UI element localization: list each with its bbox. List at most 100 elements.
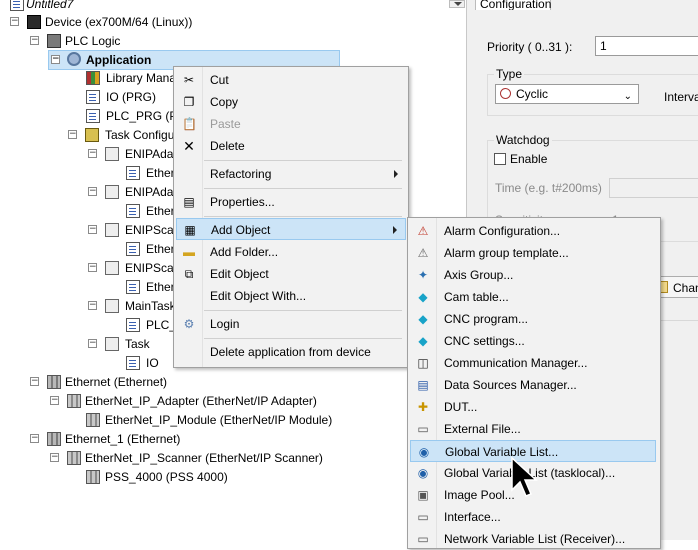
menu-item-copy[interactable]: ❐ Copy: [176, 91, 406, 113]
paste-icon: 📋: [182, 117, 197, 131]
external-file-icon: ▭: [417, 422, 429, 436]
priority-label: Priority ( 0..31 ):: [487, 40, 573, 54]
task-icon: [105, 223, 119, 237]
submenu-item-cnc-settings[interactable]: ◆ CNC settings...: [410, 330, 656, 352]
program-call-icon: [126, 280, 140, 294]
menu-separator: [204, 338, 402, 339]
menu-item-delete[interactable]: ✕ Delete: [176, 135, 406, 157]
submenu-item-network-variable-list[interactable]: ▭ Network Variable List (Receiver)...: [410, 528, 656, 550]
enable-label: Enable: [510, 152, 548, 166]
global-variable-list-icon: ◉: [418, 445, 430, 459]
submenu-item-alarm-config[interactable]: ⚠ Alarm Configuration...: [410, 220, 656, 242]
device-module-icon: [67, 451, 81, 465]
collapse-icon[interactable]: −: [30, 377, 39, 386]
priority-input[interactable]: 1: [595, 36, 698, 56]
collapse-icon[interactable]: −: [50, 453, 59, 462]
menu-separator: [204, 216, 402, 217]
cnc-program-icon: ◆: [418, 312, 428, 326]
menu-item-add-folder[interactable]: ▬ Add Folder...: [176, 241, 406, 263]
time-label: Time (e.g. t#200ms): [495, 181, 602, 195]
submenu-item-alarm-group[interactable]: ⚠ Alarm group template...: [410, 242, 656, 264]
image-pool-icon: ▣: [417, 488, 429, 502]
enable-checkbox[interactable]: [494, 153, 506, 165]
program-call-icon: [126, 204, 140, 218]
program-icon: [86, 90, 100, 104]
submenu-item-cam-table[interactable]: ◆ Cam table...: [410, 286, 656, 308]
collapse-icon[interactable]: −: [88, 263, 97, 272]
menu-item-delete-application[interactable]: Delete application from device: [176, 341, 406, 363]
time-input[interactable]: [609, 178, 698, 198]
submenu-item-data-sources[interactable]: ▤ Data Sources Manager...: [410, 374, 656, 396]
task-configuration-icon: [85, 128, 99, 142]
delete-x-icon: ✕: [183, 138, 195, 154]
device-module-icon: [86, 413, 100, 427]
collapse-icon[interactable]: −: [68, 130, 77, 139]
menu-item-cut[interactable]: ✂ Cut: [176, 69, 406, 91]
collapse-icon[interactable]: −: [30, 434, 39, 443]
submenu-item-dut[interactable]: ✚ DUT...: [410, 396, 656, 418]
dut-icon: ✚: [417, 400, 429, 414]
ethernet-icon: [47, 432, 61, 446]
login-gear-icon: ⚙: [183, 317, 195, 331]
submenu-item-interface[interactable]: ▭ Interface...: [410, 506, 656, 528]
collapse-icon[interactable]: −: [10, 17, 19, 26]
menu-separator: [204, 188, 402, 189]
menu-separator: [204, 160, 402, 161]
menu-item-login[interactable]: ⚙ Login: [176, 313, 406, 335]
scroll-down-button[interactable]: [449, 0, 465, 8]
gvl-tasklocal-icon: ◉: [417, 466, 429, 480]
plc-logic-icon: [47, 34, 61, 48]
collapse-icon[interactable]: −: [51, 55, 60, 64]
collapse-icon[interactable]: −: [88, 149, 97, 158]
menu-item-paste[interactable]: 📋 Paste: [176, 113, 406, 135]
communication-manager-icon: ◫: [417, 356, 429, 370]
copy-icon: ❐: [183, 95, 195, 109]
clock-icon: [500, 88, 511, 99]
menu-item-edit-object-with[interactable]: Edit Object With...: [176, 285, 406, 307]
menu-item-edit-object[interactable]: ⧉ Edit Object: [176, 263, 406, 285]
device-icon: [27, 15, 41, 29]
collapse-icon[interactable]: −: [88, 339, 97, 348]
submenu-item-external-file[interactable]: ▭ External File...: [410, 418, 656, 440]
folder-icon: ▬: [183, 245, 195, 259]
menu-item-add-object[interactable]: ▦ Add Object: [176, 218, 406, 240]
submenu-arrow-icon: [394, 170, 398, 178]
menu-item-properties[interactable]: ▤ Properties...: [176, 191, 406, 213]
alarm-config-icon: ⚠: [417, 224, 429, 238]
program-call-icon: [126, 318, 140, 332]
collapse-icon[interactable]: −: [30, 36, 39, 45]
mouse-cursor-icon: [511, 456, 538, 497]
alarm-group-icon: ⚠: [417, 246, 429, 260]
cam-table-icon: ◆: [418, 290, 428, 304]
collapse-icon[interactable]: −: [50, 396, 59, 405]
interface-icon: ▭: [417, 510, 429, 524]
context-menu: ✂ Cut ❐ Copy 📋 Paste ✕ Delete Refactorin…: [173, 66, 409, 368]
axis-group-icon: ✦: [417, 268, 429, 282]
program-call-icon: [126, 356, 140, 370]
cnc-settings-icon: ◆: [418, 334, 428, 348]
device-module-icon: [86, 470, 100, 484]
menu-separator: [204, 310, 402, 311]
task-icon: [105, 337, 119, 351]
program-icon: [86, 109, 100, 123]
library-icon: [86, 71, 100, 85]
menu-item-refactoring[interactable]: Refactoring: [176, 163, 406, 185]
collapse-icon[interactable]: −: [88, 301, 97, 310]
application-gear-icon: [67, 52, 81, 66]
submenu-arrow-icon: [393, 226, 397, 234]
task-icon: [105, 185, 119, 199]
edit-object-icon: ⧉: [184, 267, 194, 281]
submenu-item-cnc-program[interactable]: ◆ CNC program...: [410, 308, 656, 330]
task-icon: [105, 147, 119, 161]
type-select[interactable]: Cyclic ⌄: [495, 84, 639, 104]
submenu-item-axis-group[interactable]: ✦ Axis Group...: [410, 264, 656, 286]
task-icon: [105, 261, 119, 275]
collapse-icon[interactable]: −: [88, 225, 97, 234]
network-variable-list-icon: ▭: [417, 532, 429, 546]
add-object-icon: ▦: [184, 223, 196, 237]
submenu-item-communication-manager[interactable]: ◫ Communication Manager...: [410, 352, 656, 374]
collapse-icon[interactable]: −: [88, 187, 97, 196]
scissors-icon: ✂: [183, 73, 195, 87]
ethernet-icon: [47, 375, 61, 389]
device-module-icon: [67, 394, 81, 408]
